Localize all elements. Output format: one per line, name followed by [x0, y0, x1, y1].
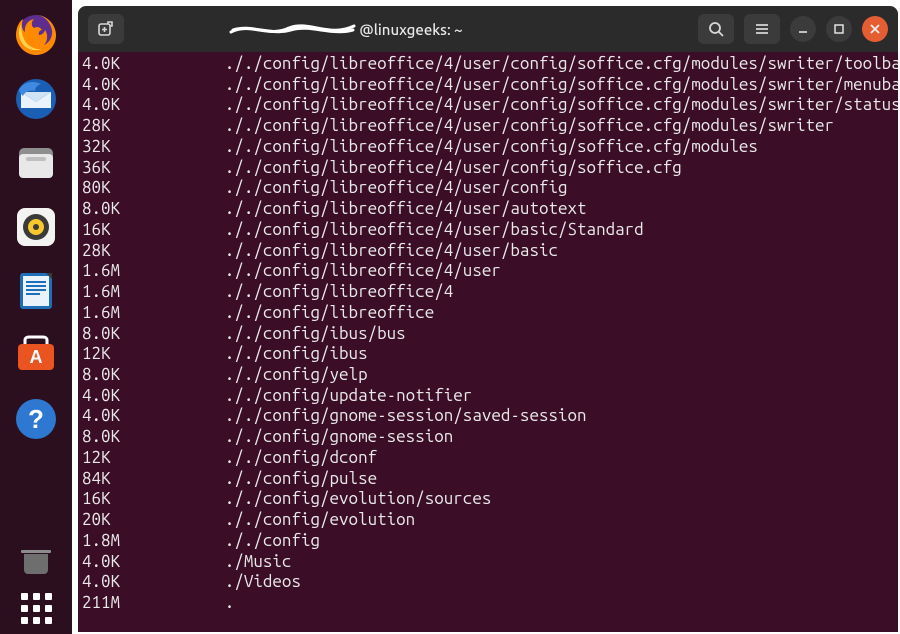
terminal-line: 8.0K ././config/ibus/bus — [82, 324, 894, 345]
terminal-line: 28K ././config/libreoffice/4/user/config… — [82, 116, 894, 137]
terminal-line: 1.8M ././config — [82, 531, 894, 552]
firefox-icon[interactable] — [9, 8, 63, 62]
terminal-line: 1.6M ././config/libreoffice/4/user — [82, 261, 894, 282]
terminal-line: 80K ././config/libreoffice/4/user/config — [82, 178, 894, 199]
terminal-line: 4.0K ././config/libreoffice/4/user/confi… — [82, 95, 894, 116]
dock: A ? — [0, 0, 72, 634]
search-button[interactable] — [698, 14, 734, 44]
show-applications-icon[interactable] — [9, 584, 63, 632]
terminal-line: 16K ././config/libreoffice/4/user/basic/… — [82, 220, 894, 241]
terminal-line: 8.0K ././config/gnome-session — [82, 427, 894, 448]
rhythmbox-icon[interactable] — [9, 200, 63, 254]
terminal-line: 8.0K ././config/libreoffice/4/user/autot… — [82, 199, 894, 220]
titlebar: @linuxgeeks: ~ — [78, 6, 898, 52]
terminal-line: 4.0K ././config/libreoffice/4/user/confi… — [82, 75, 894, 96]
window-title-text: @linuxgeeks: ~ — [359, 21, 462, 38]
terminal-line: 1.6M ././config/libreoffice — [82, 303, 894, 324]
trash-icon[interactable] — [11, 546, 61, 574]
terminal-line: 12K ././config/ibus — [82, 344, 894, 365]
close-button[interactable] — [862, 16, 888, 42]
terminal-line: 4.0K ./Music — [82, 552, 894, 573]
minimize-button[interactable] — [790, 16, 816, 42]
maximize-button[interactable] — [826, 16, 852, 42]
terminal-line: 4.0K ././config/update-notifier — [82, 386, 894, 407]
libreoffice-writer-icon[interactable] — [9, 264, 63, 318]
terminal-line: 32K ././config/libreoffice/4/user/config… — [82, 137, 894, 158]
terminal-line: 211M . — [82, 593, 894, 614]
hamburger-menu-button[interactable] — [744, 14, 780, 44]
files-icon[interactable] — [9, 136, 63, 190]
terminal-line: 84K ././config/pulse — [82, 469, 894, 490]
software-center-icon[interactable]: A — [9, 328, 63, 382]
terminal-line: 12K ././config/dconf — [82, 448, 894, 469]
terminal-window: @linuxgeeks: ~ — [78, 6, 898, 632]
help-icon[interactable]: ? — [9, 392, 63, 446]
terminal-line: 1.6M ././config/libreoffice/4 — [82, 282, 894, 303]
svg-text:A: A — [30, 347, 43, 367]
terminal-line: 28K ././config/libreoffice/4/user/basic — [82, 241, 894, 262]
terminal-line: 8.0K ././config/yelp — [82, 365, 894, 386]
thunderbird-icon[interactable] — [9, 72, 63, 126]
window-title: @linuxgeeks: ~ — [359, 21, 462, 38]
terminal-line: 4.0K ././config/libreoffice/4/user/confi… — [82, 54, 894, 75]
terminal-line: 4.0K ./Videos — [82, 572, 894, 593]
terminal-line: 16K ././config/evolution/sources — [82, 489, 894, 510]
terminal-line: 20K ././config/evolution — [82, 510, 894, 531]
svg-text:?: ? — [28, 404, 44, 434]
terminal-output[interactable]: 4.0K ././config/libreoffice/4/user/confi… — [78, 52, 898, 632]
terminal-line: 36K ././config/libreoffice/4/user/config… — [82, 158, 894, 179]
terminal-line: 4.0K ././config/gnome-session/saved-sess… — [82, 406, 894, 427]
new-tab-button[interactable] — [88, 14, 124, 44]
